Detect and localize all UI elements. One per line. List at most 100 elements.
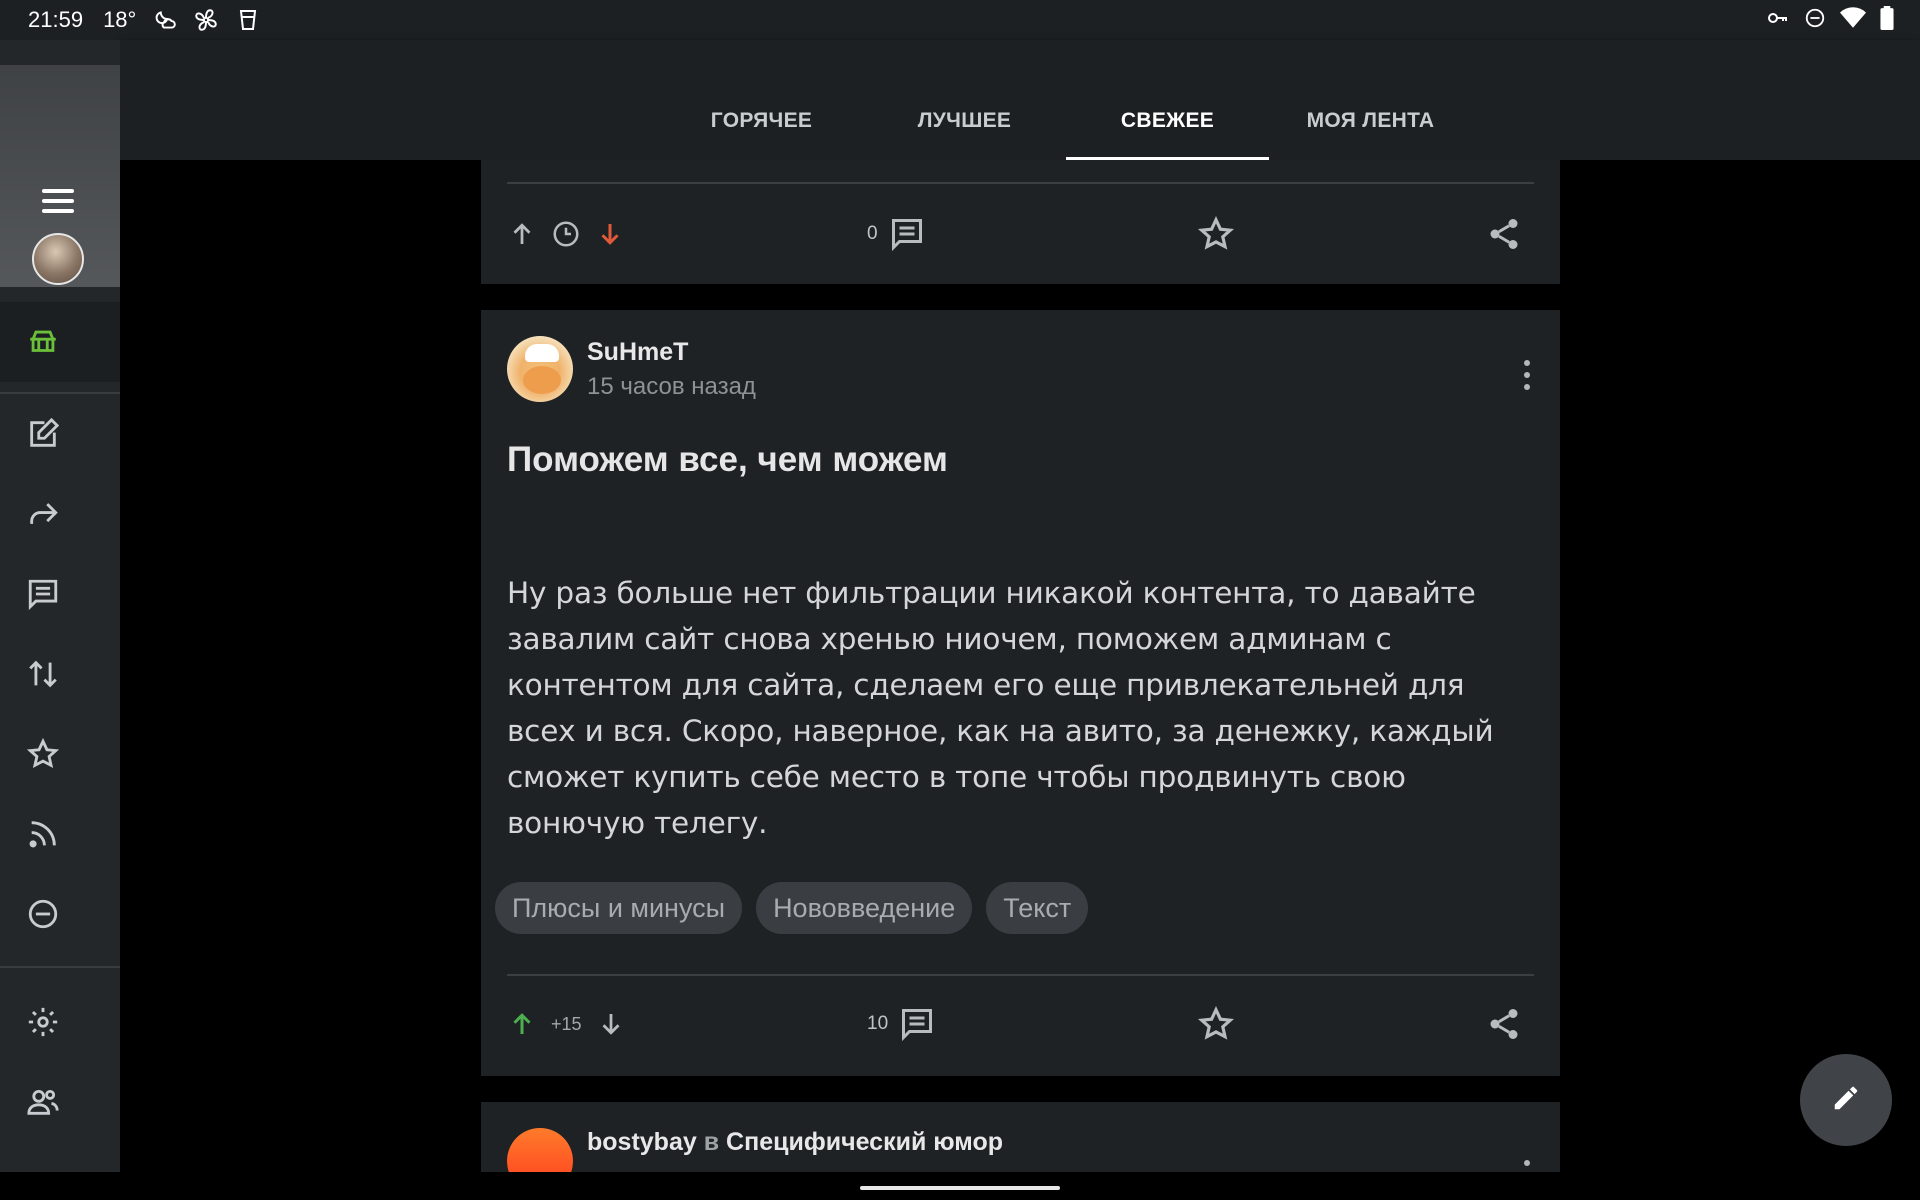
share-icon bbox=[26, 497, 60, 531]
rail-item-communities[interactable] bbox=[0, 1062, 120, 1142]
share-icon[interactable] bbox=[1486, 1006, 1522, 1042]
menu-button[interactable] bbox=[38, 183, 78, 223]
post-card-next: bostybay в Специфический юмор bbox=[481, 1102, 1560, 1172]
author-name[interactable]: SuHmeT bbox=[587, 338, 756, 367]
vote-controls: +15 bbox=[507, 1009, 867, 1039]
tab-best[interactable]: ЛУЧШЕЕ bbox=[863, 100, 1066, 160]
tab-fresh[interactable]: СВЕЖЕЕ bbox=[1066, 100, 1269, 160]
block-icon bbox=[26, 897, 60, 931]
pencil-icon bbox=[1831, 1083, 1861, 1118]
comment-icon bbox=[26, 577, 60, 611]
favorite-star-icon[interactable] bbox=[1197, 215, 1235, 253]
post-actions: +15 10 bbox=[507, 994, 1534, 1054]
rail-item-comments[interactable] bbox=[0, 554, 120, 634]
people-icon bbox=[26, 1085, 60, 1119]
tag[interactable]: Текст bbox=[986, 882, 1089, 934]
status-bar: 21:59 18° bbox=[0, 0, 1920, 40]
downvote-icon[interactable] bbox=[596, 1009, 626, 1039]
rail-item-sort[interactable] bbox=[0, 634, 120, 714]
divider bbox=[507, 974, 1534, 976]
dnd-icon bbox=[1804, 7, 1826, 35]
post-tags: Плюсы и минусы Нововведение Текст bbox=[495, 882, 1089, 934]
comments-button[interactable]: 0 bbox=[867, 216, 1197, 252]
more-dot bbox=[1524, 372, 1530, 378]
community-name[interactable]: Специфический юмор bbox=[726, 1128, 1003, 1156]
comment-count: 0 bbox=[867, 223, 878, 244]
tab-hot[interactable]: ГОРЯЧЕЕ bbox=[660, 100, 863, 160]
comment-icon bbox=[898, 1006, 936, 1042]
more-dot bbox=[1524, 384, 1530, 390]
favorite-star-icon[interactable] bbox=[1197, 1005, 1235, 1043]
rail-item-ignore[interactable] bbox=[0, 874, 120, 954]
fan-icon bbox=[192, 6, 220, 34]
edit-icon bbox=[26, 417, 60, 451]
comment-icon bbox=[888, 216, 926, 252]
rail-header bbox=[0, 65, 120, 287]
vote-controls bbox=[507, 219, 867, 249]
post-author[interactable]: SuHmeT 15 часов назад bbox=[507, 336, 756, 402]
rail-divider bbox=[0, 966, 120, 968]
post-time: 15 часов назад bbox=[587, 372, 756, 400]
top-app-bar: ГОРЯЧЕЕ ЛУЧШЕЕ СВЕЖЕЕ МОЯ ЛЕНТА bbox=[120, 40, 1920, 160]
post-rating: +15 bbox=[551, 1013, 582, 1034]
rail-item-home[interactable] bbox=[0, 302, 120, 382]
post-author[interactable]: bostybay в Специфический юмор bbox=[507, 1128, 1003, 1172]
star-icon bbox=[26, 737, 60, 771]
wifi-icon bbox=[1840, 7, 1866, 35]
home-handle[interactable] bbox=[860, 1186, 1060, 1190]
rail-item-shared[interactable] bbox=[0, 474, 120, 554]
share-area bbox=[1477, 1006, 1534, 1042]
create-post-button[interactable] bbox=[1800, 1054, 1892, 1146]
menu-line bbox=[42, 189, 74, 193]
rail-item-create[interactable] bbox=[0, 394, 120, 474]
more-dot bbox=[1524, 1160, 1530, 1166]
gesture-bar bbox=[0, 1172, 1920, 1200]
post-body: Ну раз больше нет фильтрации никакой кон… bbox=[507, 576, 1494, 840]
feed-tabs: ГОРЯЧЕЕ ЛУЧШЕЕ СВЕЖЕЕ МОЯ ЛЕНТА bbox=[660, 100, 1472, 160]
in-word: в bbox=[703, 1128, 720, 1156]
share-area bbox=[1477, 216, 1534, 252]
upvote-icon[interactable] bbox=[507, 1009, 537, 1039]
profile-avatar[interactable] bbox=[32, 233, 84, 285]
status-time: 21:59 bbox=[28, 7, 84, 32]
weather-icon bbox=[150, 6, 178, 34]
rss-icon bbox=[26, 817, 60, 851]
menu-line bbox=[42, 209, 74, 213]
rail-item-settings[interactable] bbox=[0, 982, 120, 1062]
divider bbox=[507, 182, 1534, 184]
post-actions: 0 bbox=[507, 204, 1534, 264]
status-temperature: 18° bbox=[103, 7, 137, 32]
post-card: SuHmeT 15 часов назад Поможем все, чем м… bbox=[481, 310, 1560, 1076]
vpn-key-icon bbox=[1766, 6, 1790, 36]
comments-button[interactable]: 10 bbox=[867, 1006, 1197, 1042]
tag[interactable]: Нововведение bbox=[756, 882, 973, 934]
menu-line bbox=[42, 199, 74, 203]
post-menu-button[interactable] bbox=[1520, 360, 1534, 390]
tag[interactable]: Плюсы и минусы bbox=[495, 882, 743, 934]
rail-item-favorites[interactable] bbox=[0, 714, 120, 794]
author-line: bostybay в Специфический юмор bbox=[587, 1128, 1003, 1157]
downvote-icon[interactable] bbox=[595, 219, 625, 249]
author-avatar[interactable] bbox=[507, 336, 573, 402]
settings-icon bbox=[26, 1005, 60, 1039]
clock-icon bbox=[551, 219, 581, 249]
glass-icon bbox=[234, 6, 262, 34]
author-name[interactable]: bostybay bbox=[587, 1128, 697, 1156]
post-card-previous: 0 bbox=[481, 160, 1560, 284]
battery-icon bbox=[1880, 6, 1894, 36]
share-icon[interactable] bbox=[1486, 216, 1522, 252]
home-icon bbox=[26, 325, 60, 359]
more-dot bbox=[1524, 360, 1530, 366]
sort-icon bbox=[26, 657, 60, 691]
rail-item-subscriptions[interactable] bbox=[0, 794, 120, 874]
post-menu-button[interactable] bbox=[1520, 1160, 1534, 1172]
favorite-area bbox=[1197, 215, 1477, 253]
post-title[interactable]: Поможем все, чем можем bbox=[507, 440, 948, 480]
upvote-icon[interactable] bbox=[507, 219, 537, 249]
comment-count: 10 bbox=[867, 1013, 889, 1034]
feed: 0 SuHmeT 15 часов назад Поможем все, чем… bbox=[120, 160, 1920, 1172]
favorite-area bbox=[1197, 1005, 1477, 1043]
author-meta: SuHmeT 15 часов назад bbox=[587, 338, 756, 401]
tab-my-feed[interactable]: МОЯ ЛЕНТА bbox=[1269, 100, 1472, 160]
author-avatar[interactable] bbox=[507, 1128, 573, 1172]
